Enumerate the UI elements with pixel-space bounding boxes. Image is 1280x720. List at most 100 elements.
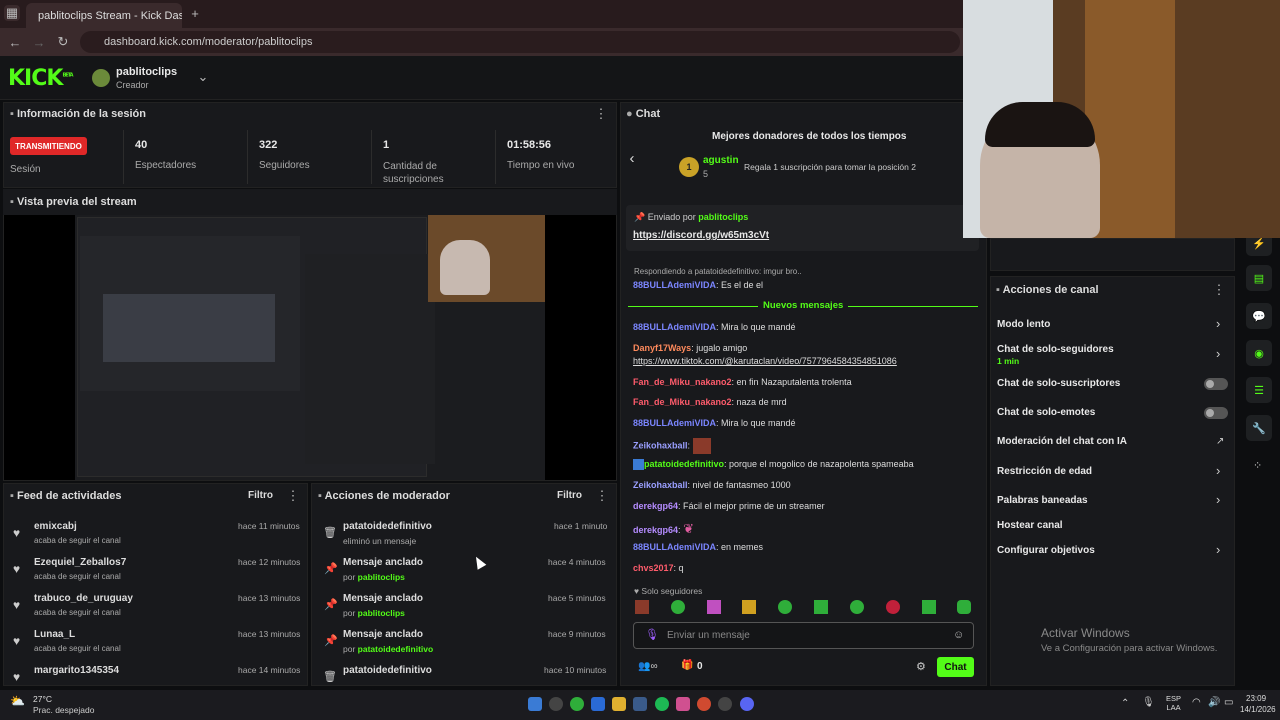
quick-action-more-icon[interactable]: ⁘	[1253, 459, 1262, 472]
quick-action-chat-icon[interactable]: 💬	[1246, 303, 1272, 329]
quick-action-broadcast-icon[interactable]: ◉	[1246, 340, 1272, 366]
mod-item-user[interactable]: pablitoclips	[358, 572, 405, 582]
clock-date[interactable]: 14/1/2026	[1240, 705, 1276, 714]
new-tab-icon[interactable]: +	[188, 6, 202, 21]
steam-icon[interactable]	[633, 697, 647, 711]
emotes-only-action[interactable]: Chat de solo-emotes	[997, 407, 1095, 418]
external-link-icon[interactable]: ↗	[1216, 436, 1224, 447]
chat-username[interactable]: derekgp64	[633, 501, 678, 511]
chevron-right-icon[interactable]: ›	[1216, 492, 1220, 507]
emote-icon[interactable]	[957, 600, 971, 614]
quick-action-users-icon[interactable]: ☰	[1246, 377, 1272, 403]
feed-item[interactable]: ♥ margarito1345354 hace 14 minutos	[3, 662, 308, 686]
mod-more-icon[interactable]: ⋮	[596, 488, 609, 503]
mod-item[interactable]: 🗑 patatoidedefinitivo eliminó un mensaje…	[311, 518, 617, 554]
viewers-settings-icon[interactable]: 👥∞	[638, 661, 658, 672]
avatar[interactable]	[92, 69, 110, 87]
feed-item[interactable]: ♥ emixcabj acaba de seguir el canal hace…	[3, 518, 308, 554]
feed-filter-button[interactable]: Filtro	[248, 490, 273, 501]
pinned-user[interactable]: pablitoclips	[698, 212, 748, 222]
edge-icon[interactable]	[591, 697, 605, 711]
mod-item[interactable]: 📌 Mensaje anclado por pablitoclips hace …	[311, 554, 617, 590]
chat-link[interactable]: https://www.tiktok.com/@karutaclan/video…	[633, 356, 897, 366]
tab-menu-icon[interactable]: ▦	[4, 5, 20, 21]
spotify-icon[interactable]	[655, 697, 669, 711]
host-channel-action[interactable]: Hostear canal	[997, 520, 1063, 531]
channel-username[interactable]: pablitoclips	[116, 66, 177, 78]
emote-icon[interactable]	[671, 600, 685, 614]
mod-item-user[interactable]: patatoidedefinitivo	[358, 644, 434, 654]
chat-username[interactable]: patatoidedefinitivo	[644, 459, 724, 469]
banned-words-action[interactable]: Palabras baneadas	[997, 495, 1088, 506]
instagram-icon[interactable]	[676, 697, 690, 711]
whatsapp-icon[interactable]	[570, 697, 584, 711]
battery-icon[interactable]: ▭	[1224, 697, 1233, 708]
chevron-right-icon[interactable]: ›	[1216, 316, 1220, 331]
settings-gear-icon[interactable]: ⚙	[916, 660, 926, 673]
reload-icon[interactable]: ↻	[56, 34, 70, 49]
emoji-picker-icon[interactable]: ☺	[953, 629, 964, 641]
forward-icon[interactable]: →	[32, 35, 46, 50]
donor-name[interactable]: agustin	[703, 155, 739, 166]
chevron-left-icon[interactable]: ‹	[626, 150, 638, 167]
subs-only-action[interactable]: Chat de solo-suscriptores	[997, 378, 1120, 389]
weather-icon[interactable]: ⛅	[10, 694, 25, 708]
chat-username[interactable]: chvs2017	[633, 563, 674, 573]
chat-username[interactable]: 88BULLAdemiVIDA	[633, 418, 716, 428]
chat-username[interactable]: 88BULLAdemiVIDA	[633, 280, 716, 290]
mod-item[interactable]: 📌 Mensaje anclado por patatoidedefinitiv…	[311, 626, 617, 662]
chat-username[interactable]: 88BULLAdemiVIDA	[633, 542, 716, 552]
chat-username[interactable]: Zeikohaxball	[633, 440, 688, 450]
kick-logo[interactable]: KICKBETA	[8, 66, 74, 91]
set-goals-action[interactable]: Configurar objetivos	[997, 545, 1095, 556]
microphone-tray-icon[interactable]: 🎙	[1142, 697, 1155, 708]
chrome-icon[interactable]	[697, 697, 711, 711]
feed-more-icon[interactable]: ⋮	[287, 488, 300, 503]
quick-action-clipboard-icon[interactable]: ▤	[1246, 265, 1272, 291]
settings-icon[interactable]	[718, 697, 732, 711]
feed-item[interactable]: ♥ trabuco_de_uruguay acaba de seguir el …	[3, 590, 308, 626]
mod-item[interactable]: 🗑 patatoidedefinitivo hace 10 minutos	[311, 662, 617, 686]
gift-icon[interactable]: 🎁	[681, 660, 693, 671]
chat-username[interactable]: Zeikohaxball	[633, 480, 688, 490]
send-chat-button[interactable]: Chat	[937, 657, 974, 677]
followers-only-action[interactable]: Chat de solo-seguidores	[997, 344, 1114, 355]
clock-time[interactable]: 23:09	[1246, 694, 1266, 703]
emote-icon[interactable]	[635, 600, 649, 614]
search-icon[interactable]	[549, 697, 563, 711]
ai-moderation-action[interactable]: Moderación del chat con IA	[997, 436, 1127, 447]
tray-chevron-icon[interactable]: ⌃	[1121, 698, 1129, 709]
browser-tab[interactable]: pablitoclips Stream - Kick Dashb ✕	[26, 3, 182, 28]
pinned-link[interactable]: https://discord.gg/w65m3cVt	[633, 230, 769, 241]
subs-only-toggle[interactable]	[1204, 378, 1228, 390]
mod-item-user[interactable]: pablitoclips	[358, 608, 405, 618]
emote-icon[interactable]	[922, 600, 936, 614]
emote-icon[interactable]	[850, 600, 864, 614]
volume-icon[interactable]: 🔊	[1208, 697, 1220, 708]
age-restriction-action[interactable]: Restricción de edad	[997, 466, 1092, 477]
slow-mode-action[interactable]: Modo lento	[997, 319, 1050, 330]
emote-icon[interactable]	[707, 600, 721, 614]
emotes-only-toggle[interactable]	[1204, 407, 1228, 419]
feed-item[interactable]: ♥ Lunaa_L acaba de seguir el canal hace …	[3, 626, 308, 662]
microphone-icon[interactable]: 🎙	[645, 628, 659, 641]
back-icon[interactable]: ←	[8, 35, 22, 50]
emote-icon[interactable]	[814, 600, 828, 614]
emote-icon[interactable]	[778, 600, 792, 614]
file-explorer-icon[interactable]	[612, 697, 626, 711]
chat-username[interactable]: 88BULLAdemiVIDA	[633, 322, 716, 332]
chevron-down-icon[interactable]: ⌄	[196, 69, 210, 84]
chevron-right-icon[interactable]: ›	[1216, 542, 1220, 557]
emote-icon[interactable]	[886, 600, 900, 614]
actions-more-icon[interactable]: ⋮	[1213, 282, 1226, 297]
chat-username[interactable]: Danyf17Ways	[633, 343, 691, 353]
windows-start-icon[interactable]	[528, 697, 542, 711]
mod-item[interactable]: 📌 Mensaje anclado por pablitoclips hace …	[311, 590, 617, 626]
feed-item[interactable]: ♥ Ezequiel_Zeballos7 acaba de seguir el …	[3, 554, 308, 590]
wifi-icon[interactable]: ◠	[1192, 697, 1201, 708]
chat-username[interactable]: Fan_de_Miku_nakano2	[633, 377, 732, 387]
chevron-right-icon[interactable]: ›	[1216, 463, 1220, 478]
mod-filter-button[interactable]: Filtro	[557, 490, 582, 501]
more-options-icon[interactable]: ⋮	[595, 106, 608, 121]
chat-username[interactable]: derekgp64	[633, 525, 678, 535]
